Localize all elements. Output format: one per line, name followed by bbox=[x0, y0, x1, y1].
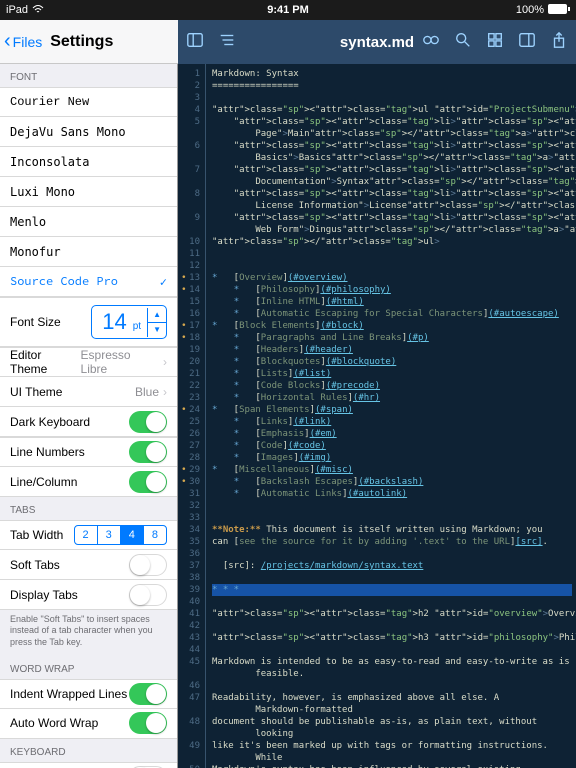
indent-wrapped-toggle[interactable] bbox=[129, 683, 167, 705]
back-button[interactable]: ‹ Files bbox=[0, 30, 42, 53]
tools-icon[interactable] bbox=[486, 31, 504, 54]
font-option[interactable]: Source Code Pro✓ bbox=[0, 267, 177, 297]
share-icon[interactable] bbox=[550, 31, 568, 54]
chevron-right-icon: › bbox=[163, 355, 167, 369]
soft-tabs-label: Soft Tabs bbox=[10, 558, 60, 572]
stepper-down-icon[interactable]: ▼ bbox=[148, 323, 166, 337]
line-numbers-toggle[interactable] bbox=[129, 441, 167, 463]
ui-theme-row[interactable]: UI Theme Blue › bbox=[0, 377, 177, 407]
settings-title: Settings bbox=[50, 33, 113, 51]
line-column-toggle[interactable] bbox=[129, 471, 167, 493]
auto-wrap-row: Auto Word Wrap bbox=[0, 709, 177, 739]
font-option[interactable]: Luxi Mono bbox=[0, 177, 177, 207]
display-tabs-label: Display Tabs bbox=[10, 588, 78, 602]
font-size-value: 14 bbox=[92, 309, 132, 335]
clock: 9:41 PM bbox=[267, 4, 309, 16]
filename: syntax.md bbox=[340, 34, 414, 51]
font-size-stepper[interactable]: 14 pt ▲ ▼ bbox=[91, 305, 167, 339]
font-option[interactable]: Courier New bbox=[0, 87, 177, 117]
display-tabs-row: Display Tabs bbox=[0, 580, 177, 610]
battery-icon bbox=[548, 4, 570, 17]
tab-width-option[interactable]: 8 bbox=[144, 526, 166, 544]
chevron-left-icon: ‹ bbox=[4, 30, 11, 53]
font-option[interactable]: Monofur bbox=[0, 237, 177, 267]
display-tabs-toggle[interactable] bbox=[129, 584, 167, 606]
tab-width-row: Tab Width 2348 bbox=[0, 520, 177, 550]
check-icon: ✓ bbox=[160, 275, 167, 289]
sidebar-left-icon[interactable] bbox=[186, 31, 204, 54]
ui-theme-value: Blue bbox=[135, 385, 159, 399]
editor-theme-label: Editor Theme bbox=[10, 348, 81, 376]
settings-pane: FONT Courier NewDejaVu Sans MonoInconsol… bbox=[0, 64, 178, 768]
battery-text: 100% bbox=[516, 4, 544, 16]
tab-width-segmented[interactable]: 2348 bbox=[74, 525, 168, 545]
indent-wrapped-row: Indent Wrapped Lines bbox=[0, 679, 177, 709]
device-label: iPad bbox=[6, 4, 28, 16]
ui-theme-label: UI Theme bbox=[10, 385, 62, 399]
dark-keyboard-toggle[interactable] bbox=[129, 411, 167, 433]
font-size-label: Font Size bbox=[10, 315, 61, 329]
line-numbers-label: Line Numbers bbox=[10, 445, 85, 459]
wifi-icon bbox=[32, 4, 44, 17]
dark-keyboard-row: Dark Keyboard bbox=[0, 407, 177, 437]
soft-tabs-note: Enable "Soft Tabs" to insert spaces inst… bbox=[0, 610, 177, 656]
line-gutter: 123456789101112•13•141516•17•18192021222… bbox=[178, 64, 206, 768]
app-header: ‹ Files Settings syntax.md bbox=[0, 20, 576, 64]
keyboard-section-header: KEYBOARD bbox=[0, 739, 177, 762]
font-option[interactable]: DejaVu Sans Mono bbox=[0, 117, 177, 147]
font-option[interactable]: Inconsolata bbox=[0, 147, 177, 177]
search-icon[interactable] bbox=[454, 31, 472, 54]
preview-icon[interactable] bbox=[422, 31, 440, 54]
stepper-up-icon[interactable]: ▲ bbox=[148, 308, 166, 323]
auto-wrap-toggle[interactable] bbox=[129, 712, 167, 734]
soft-tabs-row: Soft Tabs bbox=[0, 550, 177, 580]
sidebar-right-icon[interactable] bbox=[518, 31, 536, 54]
soft-tabs-toggle[interactable] bbox=[129, 554, 167, 576]
tab-width-option[interactable]: 2 bbox=[75, 526, 98, 544]
line-column-row: Line/Column bbox=[0, 467, 177, 497]
status-bar: iPad 9:41 PM 100% bbox=[0, 0, 576, 20]
editor-theme-row[interactable]: Editor Theme Espresso Libre › bbox=[0, 347, 177, 377]
wrap-section-header: WORD WRAP bbox=[0, 656, 177, 679]
tab-width-option[interactable]: 3 bbox=[98, 526, 121, 544]
read-only-row: Read-Only bbox=[0, 762, 177, 768]
outline-icon[interactable] bbox=[218, 31, 236, 54]
indent-wrapped-label: Indent Wrapped Lines bbox=[10, 687, 127, 701]
tabs-section-header: TABS bbox=[0, 497, 177, 520]
line-column-label: Line/Column bbox=[10, 475, 77, 489]
back-label: Files bbox=[13, 34, 43, 50]
dark-keyboard-label: Dark Keyboard bbox=[10, 415, 90, 429]
line-numbers-row: Line Numbers bbox=[0, 437, 177, 467]
tab-width-option[interactable]: 4 bbox=[121, 526, 144, 544]
code-area[interactable]: Markdown: Syntax ================ "attr"… bbox=[206, 64, 576, 768]
font-option[interactable]: Menlo bbox=[0, 207, 177, 237]
editor-pane[interactable]: 123456789101112•13•141516•17•18192021222… bbox=[178, 64, 576, 768]
font-section-header: FONT bbox=[0, 64, 177, 87]
editor-theme-value: Espresso Libre bbox=[81, 348, 159, 376]
chevron-right-icon: › bbox=[163, 385, 167, 399]
tab-width-label: Tab Width bbox=[10, 528, 63, 542]
font-size-unit: pt bbox=[133, 321, 147, 332]
auto-wrap-label: Auto Word Wrap bbox=[10, 716, 98, 730]
